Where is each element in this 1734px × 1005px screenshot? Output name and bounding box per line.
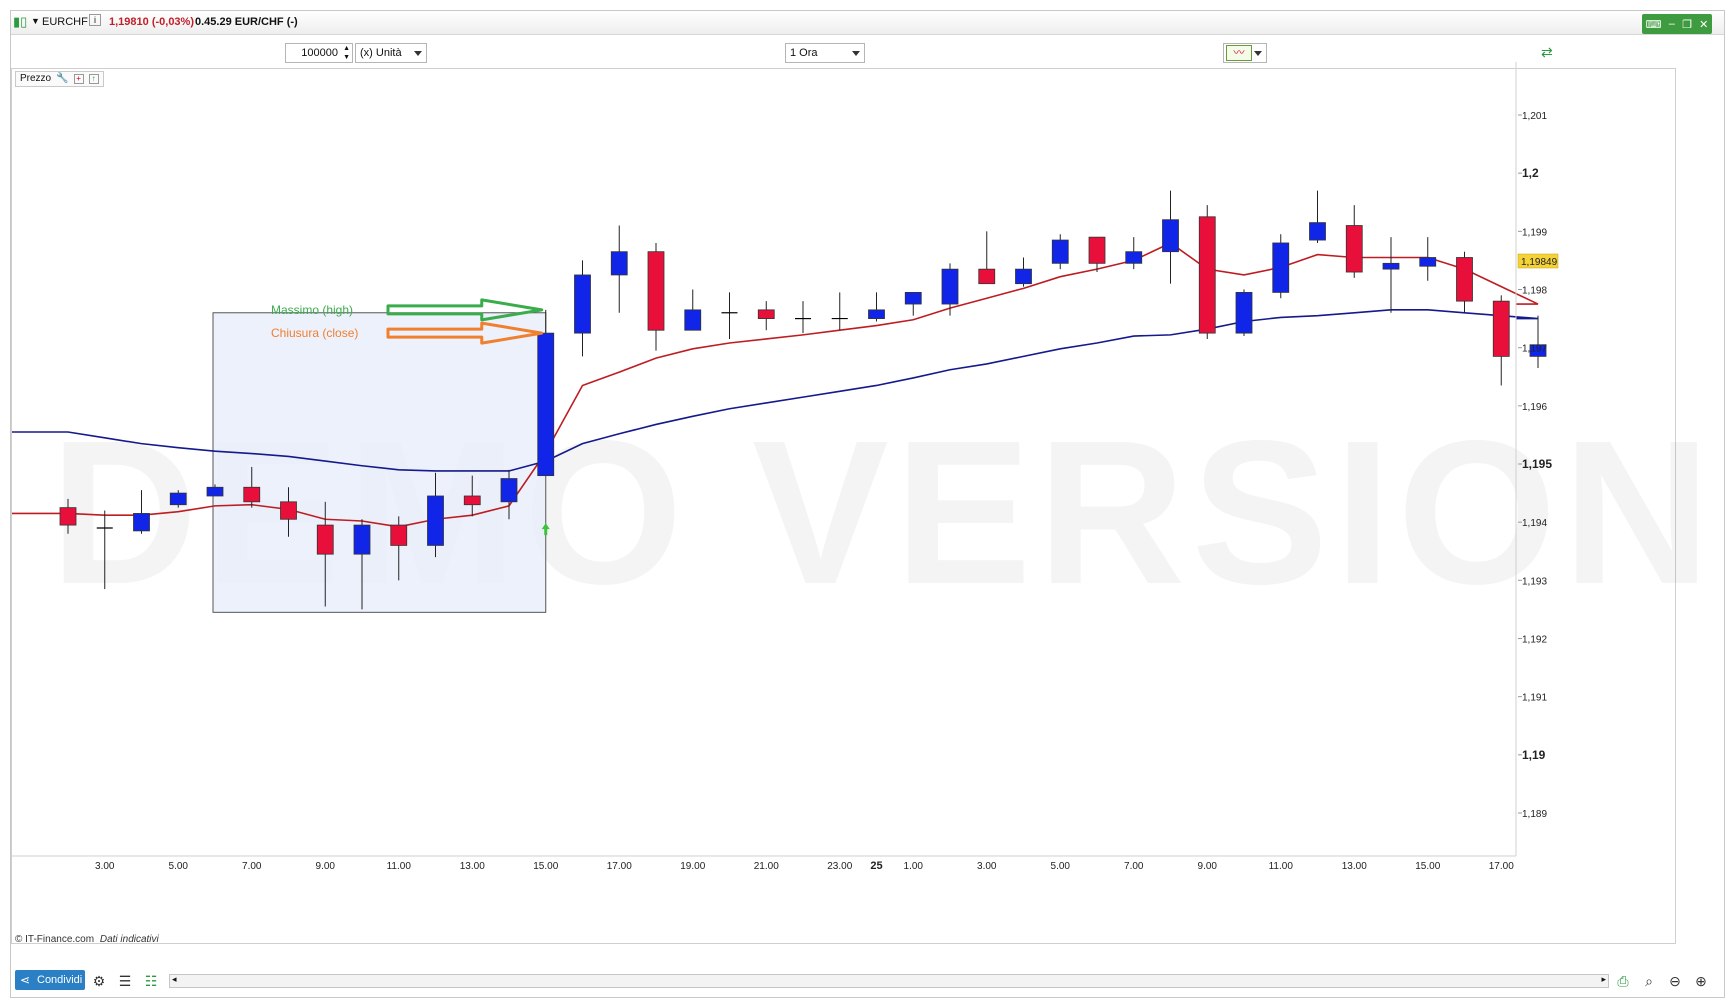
candle-body-bullish: [868, 309, 885, 319]
candle-body-bearish: [1345, 225, 1363, 273]
candle-body-bullish: [1051, 239, 1069, 264]
annotation-high-label: Massimo (high): [271, 303, 353, 317]
candle-body-bearish: [757, 309, 775, 319]
x-tick-label: 9.00: [316, 861, 336, 872]
candle-body-bullish: [206, 486, 224, 497]
x-tick-label: 5.00: [169, 861, 189, 872]
bottom-bar: ⋖ Condividi ⚙ ☰ ☷ ◂ ▸ ⎙ ⌕ ⊖ ⊕: [11, 967, 1724, 995]
candle-body-bullish: [537, 332, 555, 477]
candle-body-bullish: [1272, 242, 1290, 293]
copyright-text: © IT-Finance.com: [15, 934, 95, 945]
x-tick-label: 9.00: [1198, 861, 1218, 872]
candle-body-bullish: [1382, 262, 1400, 270]
candle-body-bullish: [1419, 257, 1437, 267]
x-tick-label: 11.00: [1269, 861, 1294, 872]
candle-body-bearish: [463, 495, 481, 506]
candle-body-bullish: [500, 478, 518, 503]
y-tick-label: 1,192: [1522, 635, 1547, 646]
share-icon: ⋖: [20, 973, 31, 987]
indicative-note: Dati indicativi: [99, 934, 159, 945]
x-tick-label: 25: [870, 860, 882, 872]
list-icon[interactable]: ☰: [117, 973, 133, 989]
candle-body-bullish: [941, 268, 959, 305]
x-tick-label: 23.00: [827, 861, 852, 872]
candle-body-bearish: [390, 524, 408, 546]
highlight-range-box: [212, 312, 547, 613]
candle-body-bullish: [133, 513, 150, 532]
x-tick-label: 5.00: [1051, 861, 1071, 872]
candle-body-bearish: [1456, 257, 1473, 302]
candle-body-bearish: [59, 507, 77, 526]
candle-body-bearish: [647, 251, 665, 331]
y-tick-label: 1,19: [1522, 748, 1546, 762]
y-tick-label: 1,189: [1522, 809, 1547, 820]
candle-body-bullish: [610, 251, 628, 276]
candle-body-bullish: [1162, 219, 1179, 253]
candle-body-bullish: [904, 292, 922, 305]
candle-body-bullish: [574, 274, 591, 334]
scroll-right-icon[interactable]: ▸: [1601, 974, 1606, 985]
y-tick-label: 1,193: [1522, 576, 1547, 587]
y-tick-label: 1,201: [1522, 111, 1547, 122]
share-label: Condividi: [37, 974, 83, 986]
y-tick-label: 1,195: [1522, 457, 1552, 471]
chart-scrollbar[interactable]: ◂ ▸: [169, 974, 1609, 988]
x-tick-label: 21.00: [754, 861, 779, 872]
y-tick-label: 1,2: [1522, 166, 1539, 180]
share-button[interactable]: ⋖ Condividi: [15, 970, 85, 990]
x-tick-label: 15.00: [533, 861, 558, 872]
candle-body-bullish: [684, 309, 702, 331]
scroll-left-icon[interactable]: ◂: [172, 974, 177, 985]
candle-body-bearish: [280, 501, 297, 520]
candle-body-bearish: [1088, 236, 1106, 264]
x-tick-label: 7.00: [1124, 861, 1144, 872]
candle-body-bearish: [316, 524, 334, 555]
annotation-close-label: Chiusura (close): [271, 326, 358, 340]
candle-body-bullish: [1015, 268, 1032, 285]
candle-body-bullish: [1235, 292, 1253, 334]
x-tick-label: 1.00: [904, 861, 924, 872]
candle-body-bearish: [978, 268, 996, 285]
candle-body-bearish: [1198, 216, 1216, 334]
zoom-in-icon[interactable]: ⊕: [1693, 973, 1709, 989]
candle-body-bullish: [169, 492, 187, 506]
y-tick-label: 1,191: [1522, 693, 1547, 704]
trading-icon[interactable]: ⚙: [91, 973, 107, 989]
current-price-label: 1,19849: [1521, 257, 1558, 268]
x-tick-label: 19.00: [680, 861, 705, 872]
y-tick-label: 1,197: [1522, 344, 1547, 355]
candle-body-bullish: [427, 495, 444, 546]
x-tick-label: 3.00: [977, 861, 997, 872]
zoom-out-icon[interactable]: ⊖: [1667, 973, 1683, 989]
price-chart[interactable]: Massimo (high)Chiusura (close)1,1891,191…: [0, 0, 1734, 1005]
candle-body-bearish: [1492, 300, 1510, 357]
layout-icon[interactable]: ☷: [143, 973, 159, 989]
x-tick-label: 13.00: [1342, 861, 1367, 872]
y-tick-label: 1,198: [1522, 286, 1547, 297]
candle-body-bullish: [353, 524, 371, 555]
x-tick-label: 11.00: [387, 861, 412, 872]
x-tick-label: 7.00: [242, 861, 262, 872]
candle-body-bearish: [243, 486, 261, 503]
y-tick-label: 1,194: [1522, 518, 1547, 529]
x-tick-label: 15.00: [1415, 861, 1440, 872]
screenshot-icon[interactable]: ⎙: [1615, 973, 1631, 989]
x-tick-label: 3.00: [95, 861, 115, 872]
y-tick-label: 1,196: [1522, 402, 1547, 413]
x-tick-label: 17.00: [607, 861, 632, 872]
candle-body-bullish: [1309, 222, 1326, 241]
y-tick-label: 1,199: [1522, 227, 1547, 238]
x-tick-label: 13.00: [460, 861, 485, 872]
footer-credit: © IT-Finance.com Dati indicativi: [15, 934, 159, 945]
x-tick-label: 17.00: [1489, 861, 1514, 872]
candle-body-bullish: [1125, 251, 1143, 264]
zoom-fit-icon[interactable]: ⌕: [1641, 973, 1657, 989]
